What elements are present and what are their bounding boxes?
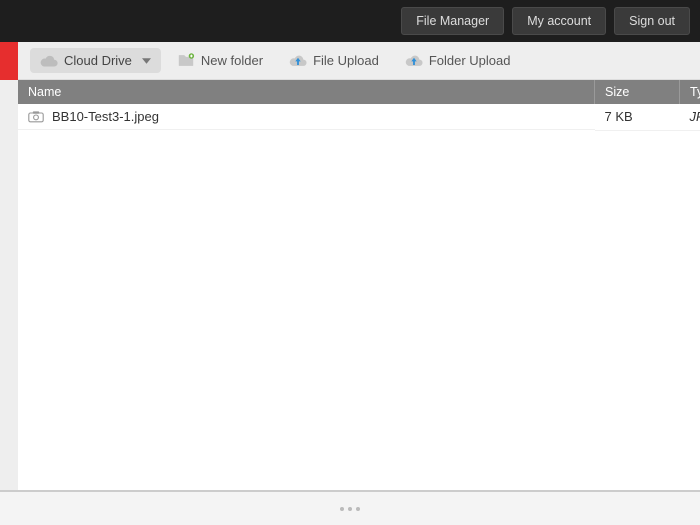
file-upload-button[interactable]: File Upload	[279, 48, 389, 73]
file-list-panel: Name Size Type BB10-Test3-1.jpeg 7 KB JP…	[18, 80, 700, 490]
file-upload-label: File Upload	[313, 53, 379, 68]
brand-accent	[0, 42, 18, 80]
file-size: 7 KB	[595, 104, 680, 130]
folder-upload-icon	[405, 53, 423, 68]
image-file-icon	[28, 111, 44, 123]
drag-handle-icon[interactable]	[340, 507, 360, 511]
cloud-icon	[40, 54, 58, 67]
file-upload-icon	[289, 53, 307, 68]
table-header-row: Name Size Type	[18, 80, 700, 104]
my-account-button[interactable]: My account	[512, 7, 606, 35]
footer-bar	[0, 490, 700, 525]
cloud-drive-dropdown[interactable]: Cloud Drive	[30, 48, 161, 73]
new-folder-label: New folder	[201, 53, 263, 68]
new-folder-icon	[177, 53, 195, 68]
folder-upload-button[interactable]: Folder Upload	[395, 48, 521, 73]
topbar: File Manager My account Sign out	[0, 0, 700, 42]
file-name: BB10-Test3-1.jpeg	[52, 109, 159, 124]
cloud-drive-label: Cloud Drive	[64, 53, 132, 68]
col-header-size[interactable]: Size	[595, 80, 680, 104]
col-header-name[interactable]: Name	[18, 80, 595, 104]
chevron-down-icon	[142, 58, 151, 64]
file-table: Name Size Type BB10-Test3-1.jpeg 7 KB JP…	[18, 80, 700, 131]
file-type: JPEG	[680, 104, 700, 130]
toolbar: Cloud Drive New folder File Upload Folde…	[0, 42, 700, 80]
folder-upload-label: Folder Upload	[429, 53, 511, 68]
new-folder-button[interactable]: New folder	[167, 48, 273, 73]
sign-out-button[interactable]: Sign out	[614, 7, 690, 35]
file-manager-button[interactable]: File Manager	[401, 7, 504, 35]
table-row[interactable]: BB10-Test3-1.jpeg 7 KB JPEG	[18, 104, 700, 130]
col-header-type[interactable]: Type	[680, 80, 700, 104]
left-gutter	[0, 80, 18, 490]
